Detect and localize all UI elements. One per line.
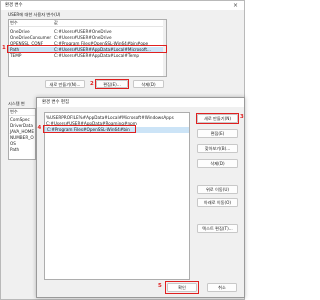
user-variables-label: USER에 대한 사용자 변수(U) [8, 12, 61, 17]
title-bar: 환경 변수 × [1, 1, 244, 10]
step-2-marker: 2 [90, 80, 94, 87]
table-row[interactable]: TEMP C:#Users#USER#AppData#Local#Temp [9, 53, 166, 59]
window-title: 환경 변수 [5, 2, 23, 8]
system-variables-label: 시스템 변 [8, 101, 25, 106]
path-row-highlight [7, 45, 167, 53]
variable-name: TEMP [10, 53, 22, 58]
step-3-marker: 3 [240, 114, 244, 120]
inner-window-title: 환경 변수 편집 [42, 99, 70, 105]
new-button-highlight [196, 113, 239, 124]
path-list: %USERPROFILE%#AppData#Local#Microsoft#Wi… [44, 112, 190, 280]
inner-edit-button[interactable]: 편집(E) [197, 129, 238, 138]
user-new-button[interactable]: 새로 만들기(N)... [45, 80, 85, 88]
variable-value: C:#Users#USER#AppData#Local#Temp [54, 53, 140, 58]
user-delete-button[interactable]: 삭제(D) [133, 80, 164, 88]
new-path-highlight [43, 125, 136, 133]
table-row[interactable]: Path [9, 147, 35, 153]
inner-cancel-button[interactable]: 취소 [207, 283, 237, 292]
edit-text-button[interactable]: 텍스트 편집(T)... [197, 224, 238, 233]
move-down-button[interactable]: 아래로 이동(O) [197, 198, 238, 207]
header-variable[interactable]: 변수 [10, 109, 18, 115]
variable-name: Path [10, 147, 20, 152]
inner-browse-button[interactable]: 찾아보기(B)... [197, 144, 238, 153]
close-icon[interactable]: × [233, 2, 238, 9]
inner-title-bar: 환경 변수 편집 [37, 98, 244, 107]
screen: { "outer_dialog": { "title": "환경 변수", "c… [0, 0, 245, 300]
edit-environment-variable-dialog: 환경 변수 편집 %USERPROFILE%#AppData#Local#Mic… [36, 97, 245, 298]
inner-delete-button[interactable]: 삭제(D) [197, 159, 238, 168]
edit-button-highlight [95, 79, 129, 89]
step-4-marker: 4 [37, 125, 42, 131]
move-up-button[interactable]: 위로 이동(U) [197, 185, 238, 194]
ok-button-highlight [165, 281, 199, 294]
step-1-marker: 1 [2, 45, 6, 51]
header-value[interactable]: 값 [54, 20, 58, 26]
table-header: 변수 값 [9, 20, 166, 27]
system-variables-table: 변수 ComSpec DriverData JAVA_HOME NUMBER_O… [8, 108, 36, 160]
header-variable[interactable]: 변수 [10, 20, 18, 26]
step-5-marker: 5 [158, 283, 162, 289]
table-header: 변수 [9, 109, 35, 116]
